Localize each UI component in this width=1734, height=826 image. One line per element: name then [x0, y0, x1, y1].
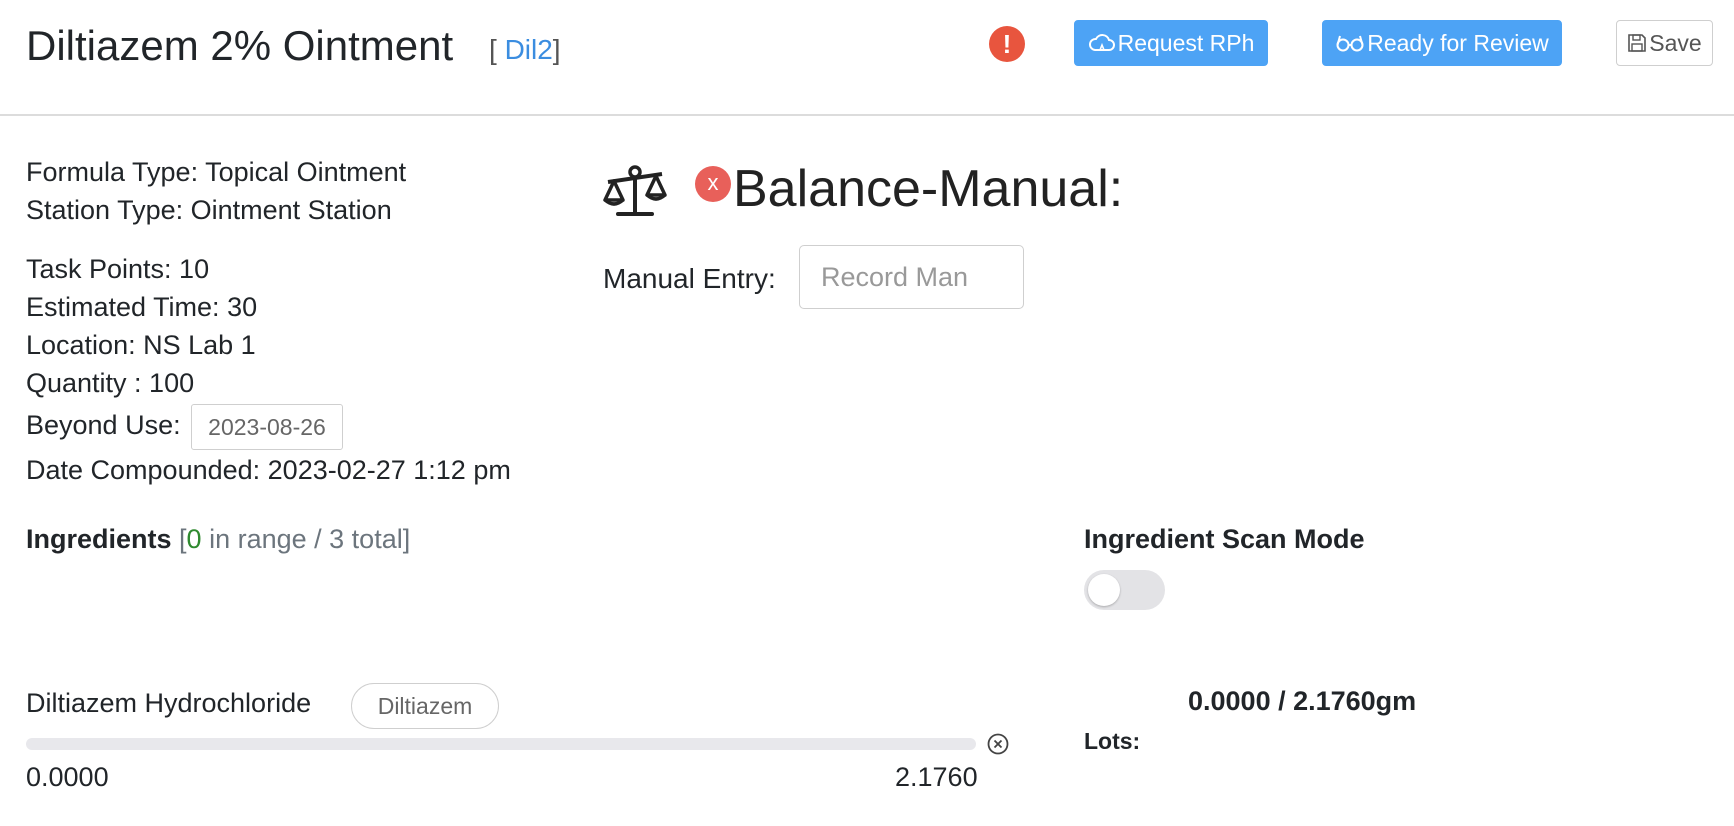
scan-mode-label: Ingredient Scan Mode: [1084, 524, 1365, 554]
manual-entry-label: Manual Entry:: [603, 263, 776, 294]
cloud-icon: [1088, 34, 1115, 51]
task-points: Task Points: 10: [26, 254, 210, 284]
in-range-count: 0: [186, 524, 202, 554]
beyond-use-label: Beyond Use:: [26, 410, 181, 440]
ingredient-min-value: 0.0000: [26, 762, 109, 792]
ingredient-name: Diltiazem Hydrochloride: [26, 688, 312, 718]
lots-label: Lots:: [1084, 728, 1141, 754]
quantity: Quantity : 100: [26, 368, 195, 398]
location: Location: NS Lab 1: [26, 330, 256, 360]
page-title: Diltiazem 2% Ointment: [26, 22, 454, 69]
ingredient-progress-bar: [26, 738, 976, 750]
ingredient-tag[interactable]: Diltiazem: [351, 683, 499, 729]
formula-code: [ Dil2]: [489, 34, 561, 65]
scan-mode-toggle[interactable]: [1084, 570, 1165, 610]
request-rph-button[interactable]: Request RPh: [1074, 20, 1268, 66]
toggle-knob: [1088, 574, 1120, 606]
exclamation-icon[interactable]: !: [989, 26, 1025, 62]
floppy-disk-icon: [1628, 34, 1647, 52]
formula-code-link[interactable]: Dil2: [505, 34, 553, 65]
balance-status-badge: x: [695, 166, 731, 202]
balance-scale-icon: [603, 165, 667, 216]
save-button[interactable]: Save: [1616, 20, 1713, 66]
station-type: Station Type: Ointment Station: [26, 195, 392, 225]
ingredient-max-value: 2.1760: [895, 762, 978, 792]
glasses-icon: [1336, 35, 1364, 52]
manual-entry-input[interactable]: Record Man: [799, 245, 1024, 309]
balance-title: Balance-Manual:: [733, 160, 1124, 218]
ingredient-amount: 0.0000 / 2.1760gm: [1188, 686, 1417, 716]
clear-circle-icon[interactable]: [987, 733, 1009, 755]
formula-type: Formula Type: Topical Ointment: [26, 157, 407, 187]
ready-for-review-button[interactable]: Ready for Review: [1322, 20, 1562, 66]
date-compounded: Date Compounded: 2023-02-27 1:12 pm: [26, 455, 511, 485]
estimated-time: Estimated Time: 30: [26, 292, 258, 322]
page-header: Diltiazem 2% Ointment [ Dil2] ! Request …: [0, 0, 1734, 116]
beyond-use-date-input[interactable]: 2023-08-26: [191, 404, 343, 450]
ingredients-heading: Ingredients [0 in range / 3 total]: [26, 524, 411, 554]
